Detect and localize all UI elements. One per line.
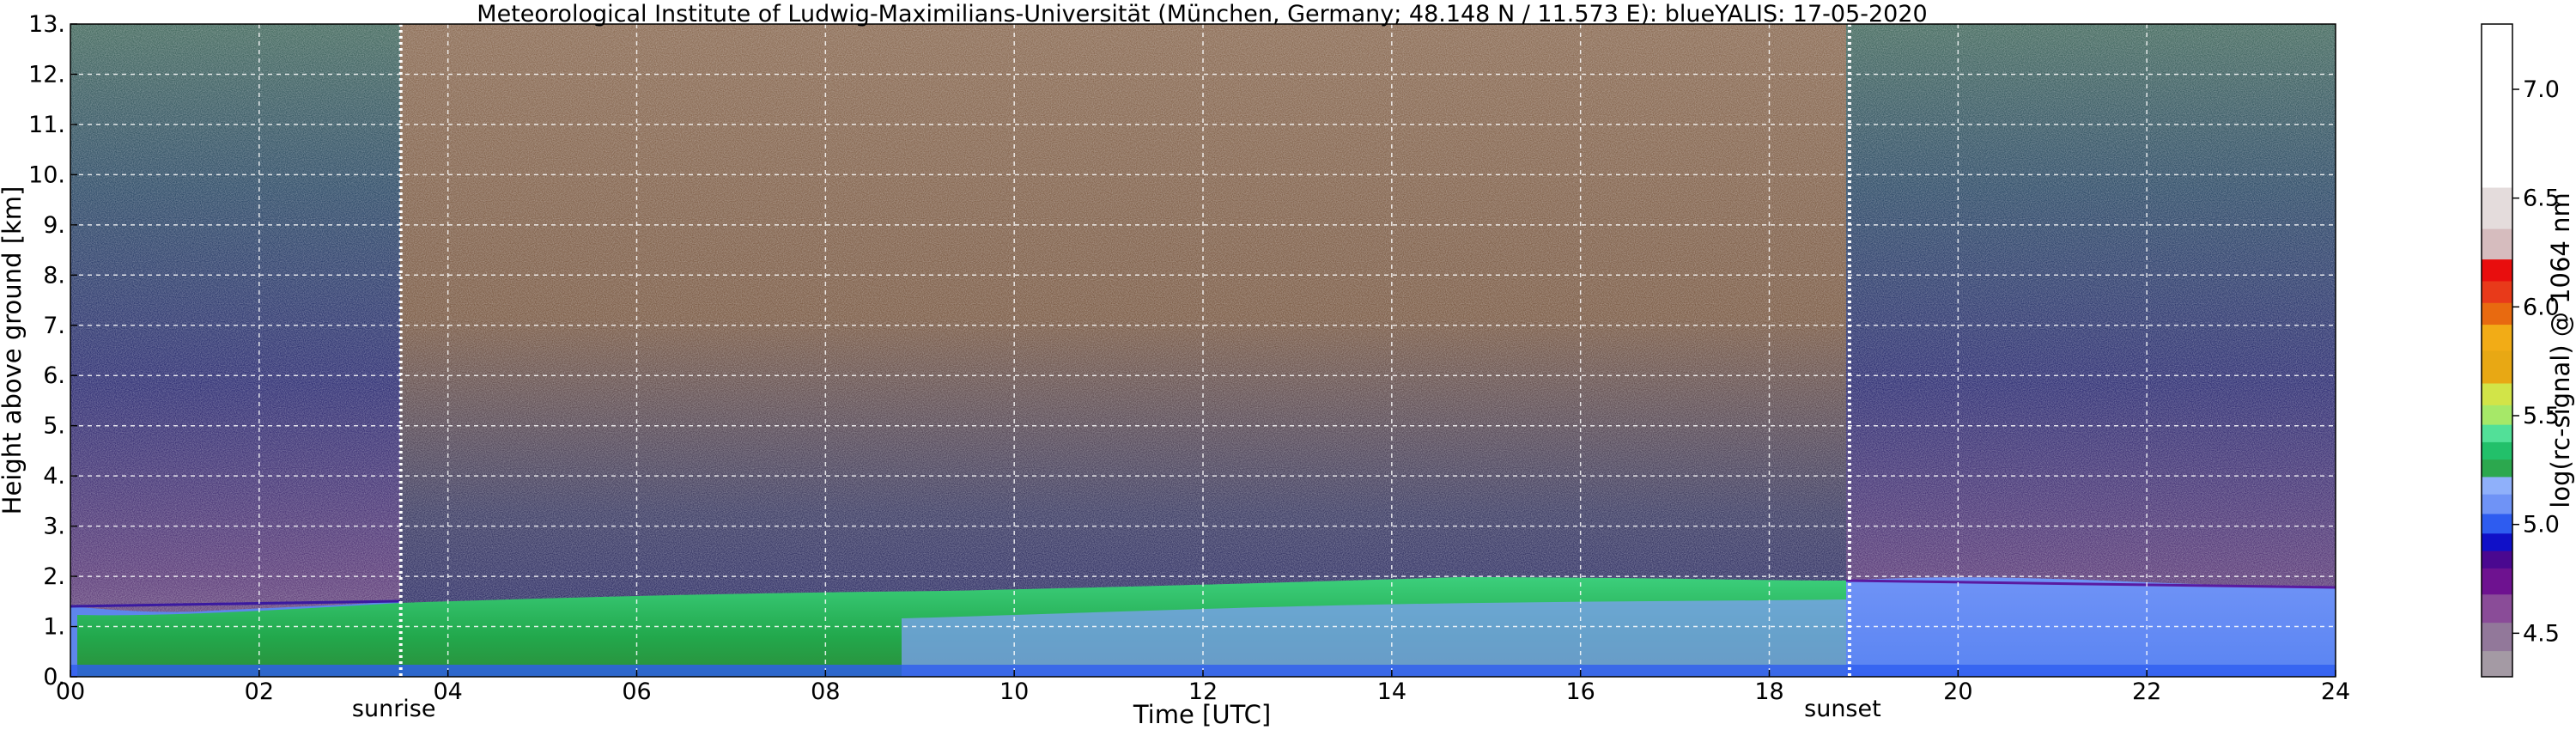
colorbar-segment <box>2482 476 2512 495</box>
colorbar-segment <box>2482 494 2512 514</box>
colorbar-tick-label: 4.5 <box>2523 620 2560 647</box>
colorbar-segment <box>2482 514 2512 534</box>
chart-title: Meteorological Institute of Ludwig-Maxim… <box>477 1 1927 27</box>
y-tick-label: 12. <box>28 61 65 88</box>
y-tick-label: 6. <box>43 362 65 389</box>
colorbar-tick-label: 5.0 <box>2523 512 2560 538</box>
colorbar-segment <box>2482 324 2512 351</box>
colorbar-segment <box>2482 568 2512 595</box>
x-tick-label: 06 <box>622 678 651 705</box>
colorbar-segment <box>2482 280 2512 303</box>
x-axis-label: Time [UTC] <box>1133 700 1271 729</box>
colorbar-label: log(rc-signal) @ 1064 nm <box>2546 192 2575 508</box>
x-tick-label: 04 <box>433 678 462 705</box>
x-tick-label: 16 <box>1565 678 1595 705</box>
sun-label-sunset: sunset <box>1804 696 1881 722</box>
colorbar-segment <box>2482 405 2512 425</box>
y-tick-label: 2. <box>43 563 65 590</box>
x-tick-label: 10 <box>999 678 1029 705</box>
colorbar-segment <box>2482 383 2512 405</box>
colorbar-segment <box>2482 259 2512 282</box>
lidar-figure: sunrise sunset 00 02 04 06 08 10 12 14 16 18 20 22 24… <box>0 1 2575 729</box>
x-tick-label: 02 <box>245 678 274 705</box>
x-tick-label: 20 <box>1943 678 1972 705</box>
colorbar-segment <box>2482 24 2512 188</box>
colorbar-segment <box>2482 350 2512 384</box>
y-tick-label: 13. <box>28 11 65 38</box>
colorbar-segment <box>2482 532 2512 551</box>
colorbar-segment <box>2482 551 2512 569</box>
colorbar-segment <box>2482 622 2512 652</box>
y-tick-label: 8. <box>43 262 65 289</box>
x-tick-label: 22 <box>2132 678 2161 705</box>
colorbar-segment <box>2482 593 2512 624</box>
sun-label-sunrise: sunrise <box>352 696 436 722</box>
y-tick-label: 11. <box>28 112 65 138</box>
colorbar-segment <box>2482 228 2512 260</box>
colorbar <box>2482 24 2512 678</box>
y-tick-label: 7. <box>43 313 65 339</box>
colorbar-tick-label: 7.0 <box>2523 76 2560 103</box>
colorbar-segment <box>2482 441 2512 460</box>
y-tick-label: 5. <box>43 413 65 440</box>
colorbar-segment <box>2482 459 2512 478</box>
x-tick-label: 18 <box>1754 678 1783 705</box>
colorbar-segment <box>2482 650 2512 678</box>
y-tick-label: 3. <box>43 514 65 540</box>
colorbar-segment <box>2482 424 2512 442</box>
x-tick-label: 24 <box>2321 678 2350 705</box>
colorbar-segment <box>2482 187 2512 229</box>
y-axis-label: Height above ground [km] <box>0 186 27 515</box>
y-tick-label: 9. <box>43 212 65 239</box>
y-tick-label: 1. <box>43 614 65 641</box>
x-tick-label: 08 <box>811 678 840 705</box>
y-tick-label: 10. <box>28 161 65 188</box>
y-tick-label: 0. <box>43 664 65 690</box>
colorbar-segment <box>2482 302 2512 325</box>
x-tick-label: 14 <box>1377 678 1406 705</box>
y-tick-label: 4. <box>43 463 65 490</box>
